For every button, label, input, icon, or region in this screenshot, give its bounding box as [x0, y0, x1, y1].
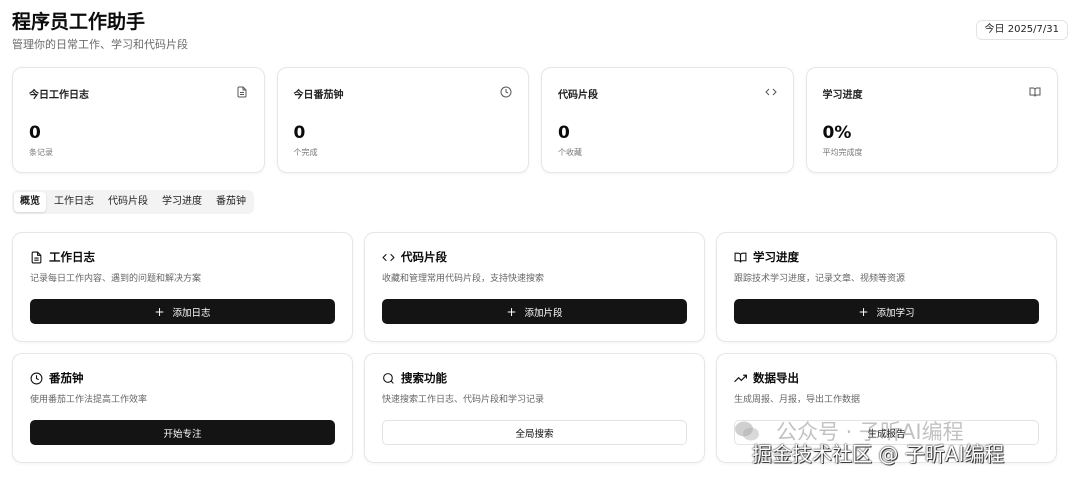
tab-learning[interactable]: 学习进度 — [156, 192, 208, 212]
tab-bar: 概览 工作日志 代码片段 学习进度 番茄钟 — [12, 190, 254, 214]
card-pomodoro: 番茄钟 使用番茄工作法提高工作效率 开始专注 — [12, 353, 353, 463]
stat-label: 今日工作日志 — [29, 90, 89, 101]
trending-up-icon — [734, 374, 747, 382]
plus-icon: + — [154, 304, 165, 319]
button-label: 生成报告 — [867, 428, 906, 440]
button-label: 开始专注 — [163, 428, 202, 440]
add-log-button[interactable]: + 添加日志 — [30, 299, 335, 324]
code-icon — [382, 253, 395, 261]
stat-value: 0 — [293, 123, 306, 143]
generate-report-button[interactable]: 生成报告 — [734, 420, 1039, 445]
button-label: 添加日志 — [172, 307, 211, 319]
card-title: 工作日志 — [49, 250, 95, 264]
feature-grid: 工作日志 记录每日工作内容、遇到的问题和解决方案 + 添加日志 代码片段 收藏和… — [12, 232, 1058, 463]
card-title: 代码片段 — [401, 250, 447, 264]
tab-work-log[interactable]: 工作日志 — [48, 192, 100, 212]
card-description: 生成周报、月报，导出工作数据 — [734, 395, 861, 405]
card-export: 数据导出 生成周报、月报，导出工作数据 生成报告 — [716, 353, 1057, 463]
stat-caption: 个收藏 — [558, 148, 582, 157]
clock-icon — [30, 372, 43, 384]
tab-overview[interactable]: 概览 — [14, 192, 46, 212]
button-label: 添加片段 — [524, 307, 563, 319]
stats-row: 今日工作日志 0 条记录 今日番茄钟 0 个完成 代码片段 0 个收藏 学习进度… — [12, 67, 1058, 173]
button-label: 添加学习 — [876, 307, 915, 319]
tab-code-snippets[interactable]: 代码片段 — [102, 192, 154, 212]
stat-card-pomodoro: 今日番茄钟 0 个完成 — [276, 67, 529, 173]
document-icon — [31, 251, 42, 263]
card-title: 数据导出 — [753, 371, 799, 385]
card-description: 收藏和管理常用代码片段，支持快速搜索 — [382, 274, 545, 284]
date-badge: 今日 2025/7/31 — [975, 20, 1068, 40]
card-search: 搜索功能 快速搜索工作日志、代码片段和学习记录 全局搜索 — [364, 353, 705, 463]
plus-icon: + — [858, 304, 869, 319]
page-header: 程序员工作助手 管理你的日常工作、学习和代码片段 今日 2025/7/31 — [12, 10, 1068, 54]
stat-card-learning: 学习进度 0% 平均完成度 — [805, 67, 1058, 173]
card-learning: 学习进度 跟踪技术学习进度，记录文章、视频等资源 + 添加学习 — [716, 232, 1057, 342]
card-description: 快速搜索工作日志、代码片段和学习记录 — [382, 395, 545, 405]
add-snippet-button[interactable]: + 添加片段 — [382, 299, 687, 324]
card-description: 跟踪技术学习进度，记录文章、视频等资源 — [734, 274, 906, 284]
add-learning-button[interactable]: + 添加学习 — [734, 299, 1039, 324]
button-label: 全局搜索 — [515, 428, 554, 440]
card-code-snippets: 代码片段 收藏和管理常用代码片段，支持快速搜索 + 添加片段 — [364, 232, 705, 342]
stat-label: 今日番茄钟 — [293, 90, 344, 101]
stat-label: 代码片段 — [558, 90, 598, 101]
card-title: 搜索功能 — [401, 371, 447, 385]
search-icon — [383, 372, 394, 384]
code-icon — [764, 88, 777, 96]
stat-caption: 条记录 — [29, 148, 53, 157]
card-work-log: 工作日志 记录每日工作内容、遇到的问题和解决方案 + 添加日志 — [12, 232, 353, 342]
book-icon — [734, 252, 747, 262]
page-subtitle: 管理你的日常工作、学习和代码片段 — [12, 38, 188, 51]
stat-caption: 平均完成度 — [822, 148, 863, 157]
start-focus-button[interactable]: 开始专注 — [30, 420, 335, 445]
stat-caption: 个完成 — [293, 148, 318, 157]
page-title: 程序员工作助手 — [12, 11, 146, 33]
card-description: 记录每日工作内容、遇到的问题和解决方案 — [30, 274, 202, 284]
book-icon — [1029, 87, 1041, 97]
stat-value: 0 — [29, 123, 41, 143]
stat-value: 0% — [822, 123, 852, 143]
tab-pomodoro[interactable]: 番茄钟 — [210, 192, 252, 212]
card-title: 番茄钟 — [49, 371, 84, 385]
stat-card-work-log: 今日工作日志 0 条记录 — [12, 67, 265, 173]
stat-card-code-snippets: 代码片段 0 个收藏 — [541, 67, 794, 173]
plus-icon: + — [506, 304, 517, 319]
stat-value: 0 — [558, 123, 570, 143]
document-icon — [237, 86, 246, 98]
card-description: 使用番茄工作法提高工作效率 — [30, 395, 148, 405]
global-search-button[interactable]: 全局搜索 — [382, 420, 687, 445]
clock-icon — [500, 86, 512, 98]
stat-label: 学习进度 — [822, 90, 863, 101]
card-title: 学习进度 — [753, 250, 799, 264]
